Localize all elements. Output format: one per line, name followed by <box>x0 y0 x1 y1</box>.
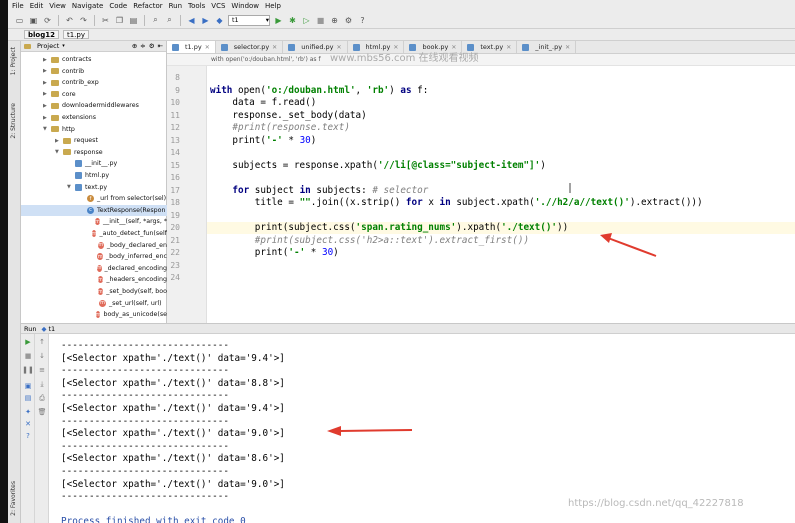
annotation-arrow-editor <box>600 233 657 257</box>
annotation-arrow-console <box>327 426 413 436</box>
annotation-overlay <box>327 183 657 436</box>
